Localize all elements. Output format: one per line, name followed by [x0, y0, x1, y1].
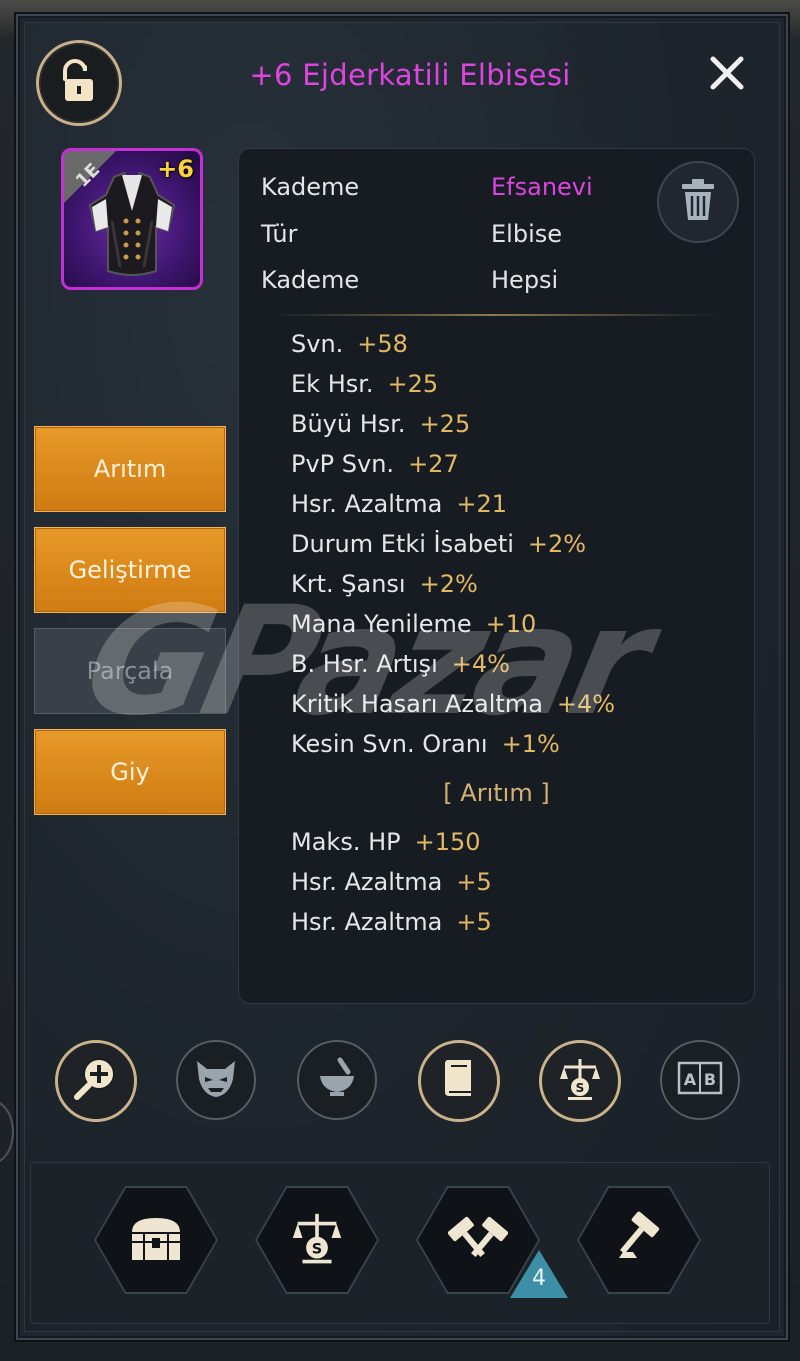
stat-name: Mana Yenileme	[291, 610, 472, 638]
stat-line: Krt. Şansı +2%	[291, 570, 478, 598]
item-info-box: Kademe Efsanevi Tür Elbise Kademe Hepsi …	[238, 148, 755, 1004]
stat-value: +4%	[556, 690, 616, 718]
svg-text:A: A	[684, 1070, 697, 1089]
upgrade-button[interactable]: Geliştirme	[34, 527, 226, 613]
magnify-plus-icon	[71, 1054, 121, 1108]
ab-compare-icon: A B	[676, 1060, 724, 1100]
stat-name: Hsr. Azaltma	[291, 490, 443, 518]
refine-stat-line: Hsr. Azaltma +5	[291, 868, 492, 896]
delete-button[interactable]	[657, 161, 739, 243]
stat-name: Krt. Şansı	[291, 570, 406, 598]
stat-value: +21	[456, 490, 508, 518]
stat-name: Kesin Svn. Oranı	[291, 730, 488, 758]
refine-stat-line: Hsr. Azaltma +5	[291, 908, 492, 936]
svg-text:S: S	[312, 1242, 322, 1258]
stat-name: Kritik Hasarı Azaltma	[291, 690, 543, 718]
refine-button[interactable]: Arıtım	[34, 426, 226, 512]
stat-name: PvP Svn.	[291, 450, 395, 478]
refine-button-label: Arıtım	[93, 455, 167, 483]
dismantle-button[interactable]: Parçala	[34, 628, 226, 714]
monster-info-button[interactable]	[176, 1040, 256, 1120]
info-label-grade: Kademe	[261, 173, 360, 201]
stat-name: Svn.	[291, 330, 344, 358]
item-title: +6 Ejderkatili Elbisesi	[249, 58, 571, 92]
stat-value: +25	[387, 370, 439, 398]
hammer-icon	[611, 1210, 667, 1270]
inspect-button[interactable]	[55, 1040, 137, 1122]
chest-icon	[126, 1212, 186, 1268]
info-value-type: Elbise	[491, 220, 563, 248]
codex-button[interactable]	[418, 1040, 500, 1122]
stat-name: Büyü Hsr.	[291, 410, 406, 438]
stat-value: +10	[485, 610, 537, 638]
stat-name: B. Hsr. Artışı	[291, 650, 438, 678]
stat-value: +5	[456, 868, 492, 896]
stat-line: Kesin Svn. Oranı +1%	[291, 730, 560, 758]
trash-icon	[678, 178, 718, 226]
info-divider	[269, 314, 719, 316]
scales-icon: S	[288, 1209, 346, 1271]
vest-icon	[84, 171, 180, 283]
lock-toggle-button[interactable]	[36, 40, 122, 126]
stat-value: +1%	[501, 730, 560, 758]
stat-line: Mana Yenileme +10	[291, 610, 536, 638]
info-label-type: Tür	[261, 220, 298, 248]
stat-line: PvP Svn. +27	[291, 450, 459, 478]
book-icon	[439, 1056, 479, 1106]
mortar-icon	[314, 1056, 360, 1104]
info-value-class: Hepsi	[491, 266, 559, 294]
stat-name: Durum Etki İsabeti	[291, 530, 514, 558]
stat-line: Hsr. Azaltma +21	[291, 490, 507, 518]
svg-text:B: B	[704, 1070, 716, 1089]
stat-name: Hsr. Azaltma	[291, 908, 443, 936]
stat-line: Büyü Hsr. +25	[291, 410, 470, 438]
stat-line: Svn. +58	[291, 330, 408, 358]
stat-name: Maks. HP	[291, 828, 401, 856]
close-button[interactable]	[704, 52, 750, 98]
refine-section-header: [ Arıtım ]	[443, 779, 550, 807]
stat-line: Ek Hsr. +25	[291, 370, 438, 398]
scales-icon: S	[556, 1055, 604, 1107]
dismantle-button-label: Parçala	[86, 657, 174, 685]
stat-value: +25	[419, 410, 471, 438]
craft-button[interactable]	[297, 1040, 377, 1120]
refine-stat-line: Maks. HP +150	[291, 828, 481, 856]
stat-value: +2%	[419, 570, 478, 598]
stat-value: +150	[414, 828, 481, 856]
double-hammer-icon	[447, 1210, 509, 1270]
svg-text:S: S	[576, 1081, 585, 1095]
stat-line: B. Hsr. Artışı +4%	[291, 650, 510, 678]
upgrade-button-label: Geliştirme	[68, 556, 192, 584]
info-label-class: Kademe	[261, 266, 360, 294]
equip-button-label: Giy	[110, 758, 150, 786]
stat-value: +2%	[527, 530, 587, 558]
stat-value: +58	[357, 330, 408, 358]
unlock-icon	[59, 59, 99, 107]
stat-line: Durum Etki İsabeti +2%	[291, 530, 586, 558]
demon-mask-icon	[193, 1057, 239, 1103]
equip-button[interactable]: Giy	[34, 729, 226, 815]
info-value-grade: Efsanevi	[491, 173, 593, 201]
stat-name: Ek Hsr.	[291, 370, 374, 398]
exchange-button[interactable]: S	[539, 1040, 621, 1122]
stat-value: +27	[408, 450, 459, 478]
stat-name: Hsr. Azaltma	[291, 868, 443, 896]
compare-button[interactable]: A B	[660, 1040, 740, 1120]
stat-line: Kritik Hasarı Azaltma +4%	[291, 690, 615, 718]
item-icon: 1E +6	[61, 148, 203, 290]
stat-value: +4%	[451, 650, 510, 678]
close-icon	[709, 55, 745, 95]
forge-count: 4	[532, 1266, 546, 1291]
stat-value: +5	[456, 908, 492, 936]
